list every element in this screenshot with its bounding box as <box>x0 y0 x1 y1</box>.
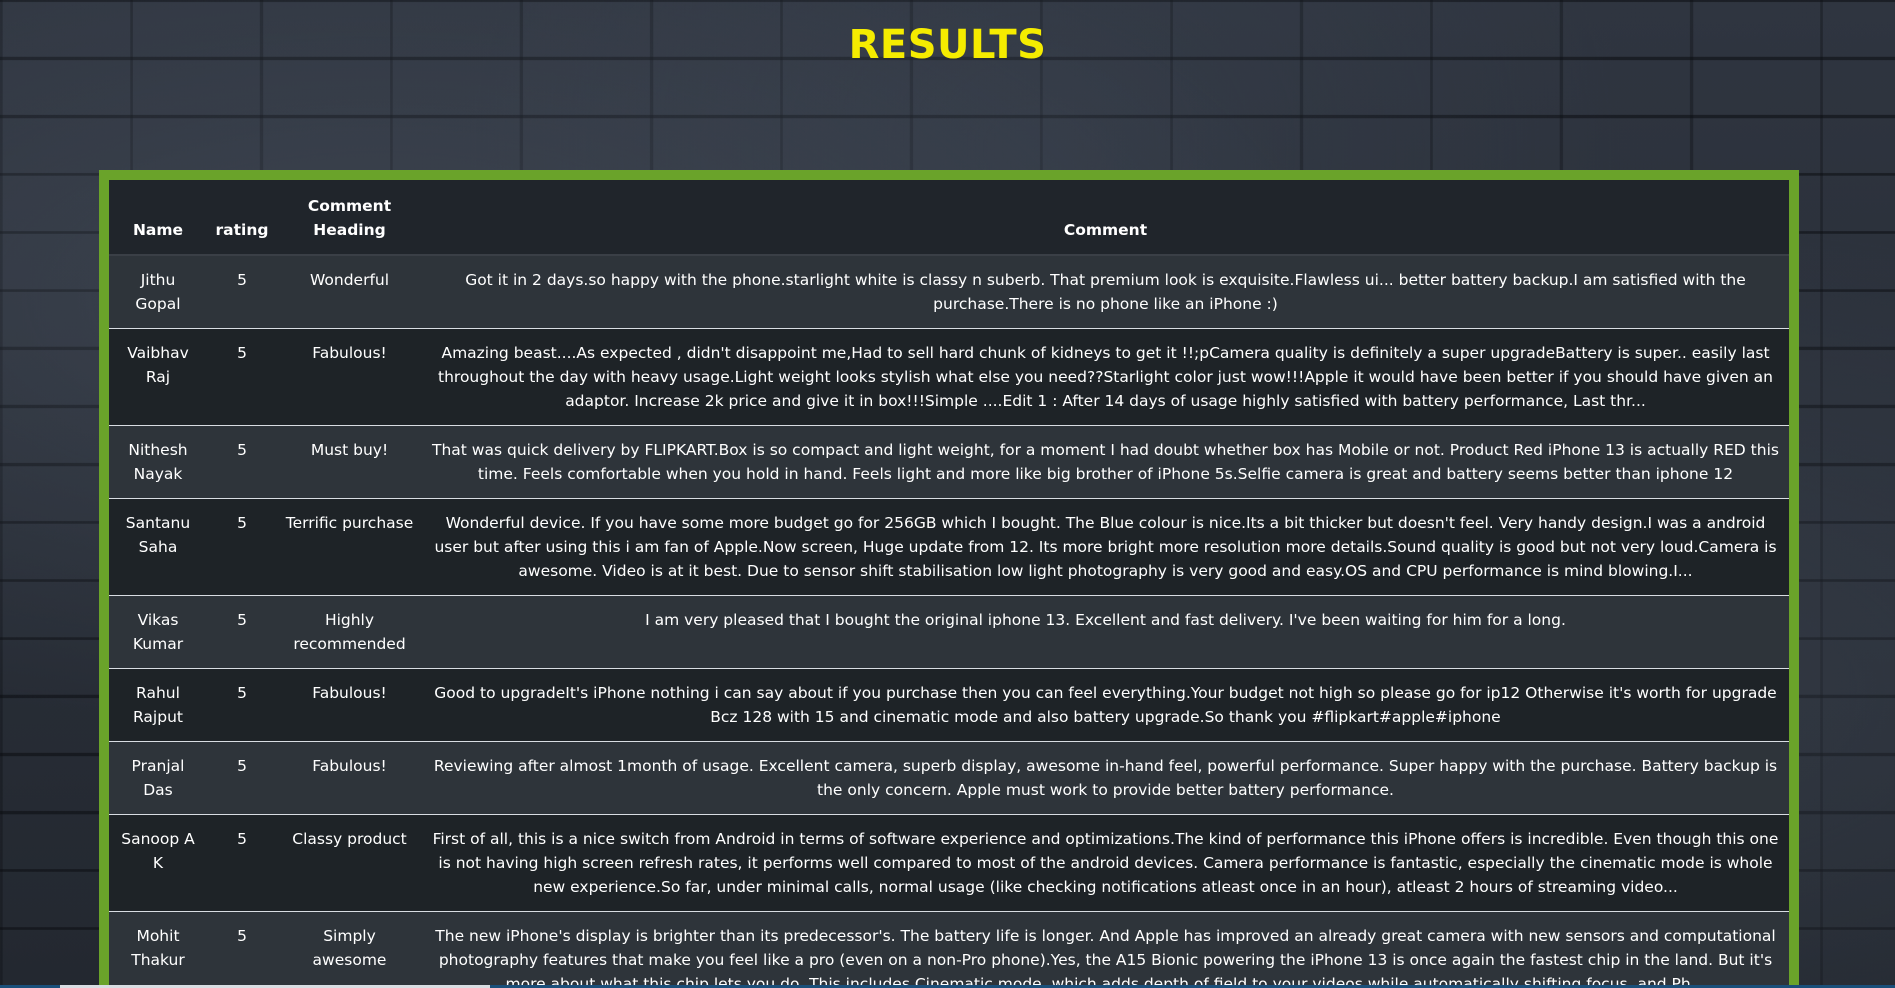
header-comment: Comment <box>422 180 1789 256</box>
cell-comment: Got it in 2 days.so happy with the phone… <box>422 255 1789 329</box>
cell-name: Mohit Thakur <box>109 911 207 988</box>
header-row: Name rating Comment Heading Comment <box>109 180 1789 256</box>
cell-comment: The new iPhone's display is brighter tha… <box>422 911 1789 988</box>
cell-rating: 5 <box>207 595 277 669</box>
results-table: Name rating Comment Heading Comment Jith… <box>109 180 1789 988</box>
cell-rating: 5 <box>207 741 277 815</box>
cell-name: Santanu Saha <box>109 498 207 596</box>
cell-heading: Highly recommended <box>277 595 422 669</box>
cell-heading: Terrific purchase <box>277 498 422 596</box>
table-row: Mohit Thakur 5 Simply awesome The new iP… <box>109 911 1789 988</box>
cell-rating: 5 <box>207 328 277 426</box>
table-body: Jithu Gopal 5 Wonderful Got it in 2 days… <box>109 255 1789 988</box>
header-comment-heading: Comment Heading <box>277 180 422 256</box>
cell-comment: That was quick delivery by FLIPKART.Box … <box>422 425 1789 499</box>
table-row: Jithu Gopal 5 Wonderful Got it in 2 days… <box>109 255 1789 329</box>
cell-name: Nithesh Nayak <box>109 425 207 499</box>
cell-comment: Reviewing after almost 1month of usage. … <box>422 741 1789 815</box>
page-title: RESULTS <box>848 22 1047 68</box>
cell-rating: 5 <box>207 911 277 988</box>
cell-heading: Fabulous! <box>277 328 422 426</box>
table-row: Santanu Saha 5 Terrific purchase Wonderf… <box>109 498 1789 596</box>
table-row: Pranjal Das 5 Fabulous! Reviewing after … <box>109 741 1789 815</box>
cell-name: Jithu Gopal <box>109 255 207 329</box>
table-row: Vikas Kumar 5 Highly recommended I am ve… <box>109 595 1789 669</box>
table-row: Sanoop A K 5 Classy product First of all… <box>109 814 1789 912</box>
cell-comment: I am very pleased that I bought the orig… <box>422 595 1789 669</box>
cell-rating: 5 <box>207 255 277 329</box>
cell-heading: Wonderful <box>277 255 422 329</box>
cell-comment: First of all, this is a nice switch from… <box>422 814 1789 912</box>
table-header: Name rating Comment Heading Comment <box>109 180 1789 256</box>
cell-comment: Wonderful device. If you have some more … <box>422 498 1789 596</box>
cell-name: Vaibhav Raj <box>109 328 207 426</box>
cell-rating: 5 <box>207 425 277 499</box>
cell-name: Rahul Rajput <box>109 668 207 742</box>
cell-rating: 5 <box>207 814 277 912</box>
cell-name: Pranjal Das <box>109 741 207 815</box>
cell-comment: Amazing beast....As expected , didn't di… <box>422 328 1789 426</box>
table-row: Vaibhav Raj 5 Fabulous! Amazing beast...… <box>109 328 1789 426</box>
cell-heading: Fabulous! <box>277 668 422 742</box>
header-rating: rating <box>207 180 277 256</box>
cell-name: Vikas Kumar <box>109 595 207 669</box>
header-name: Name <box>109 180 207 256</box>
table-row: Nithesh Nayak 5 Must buy! That was quick… <box>109 425 1789 499</box>
cell-heading: Fabulous! <box>277 741 422 815</box>
table-row: Rahul Rajput 5 Fabulous! Good to upgrade… <box>109 668 1789 742</box>
cell-rating: 5 <box>207 668 277 742</box>
cell-heading: Simply awesome <box>277 911 422 988</box>
results-table-frame: Name rating Comment Heading Comment Jith… <box>99 170 1799 988</box>
cell-heading: Must buy! <box>277 425 422 499</box>
cell-name: Sanoop A K <box>109 814 207 912</box>
cell-rating: 5 <box>207 498 277 596</box>
cell-comment: Good to upgradeIt's iPhone nothing i can… <box>422 668 1789 742</box>
cell-heading: Classy product <box>277 814 422 912</box>
